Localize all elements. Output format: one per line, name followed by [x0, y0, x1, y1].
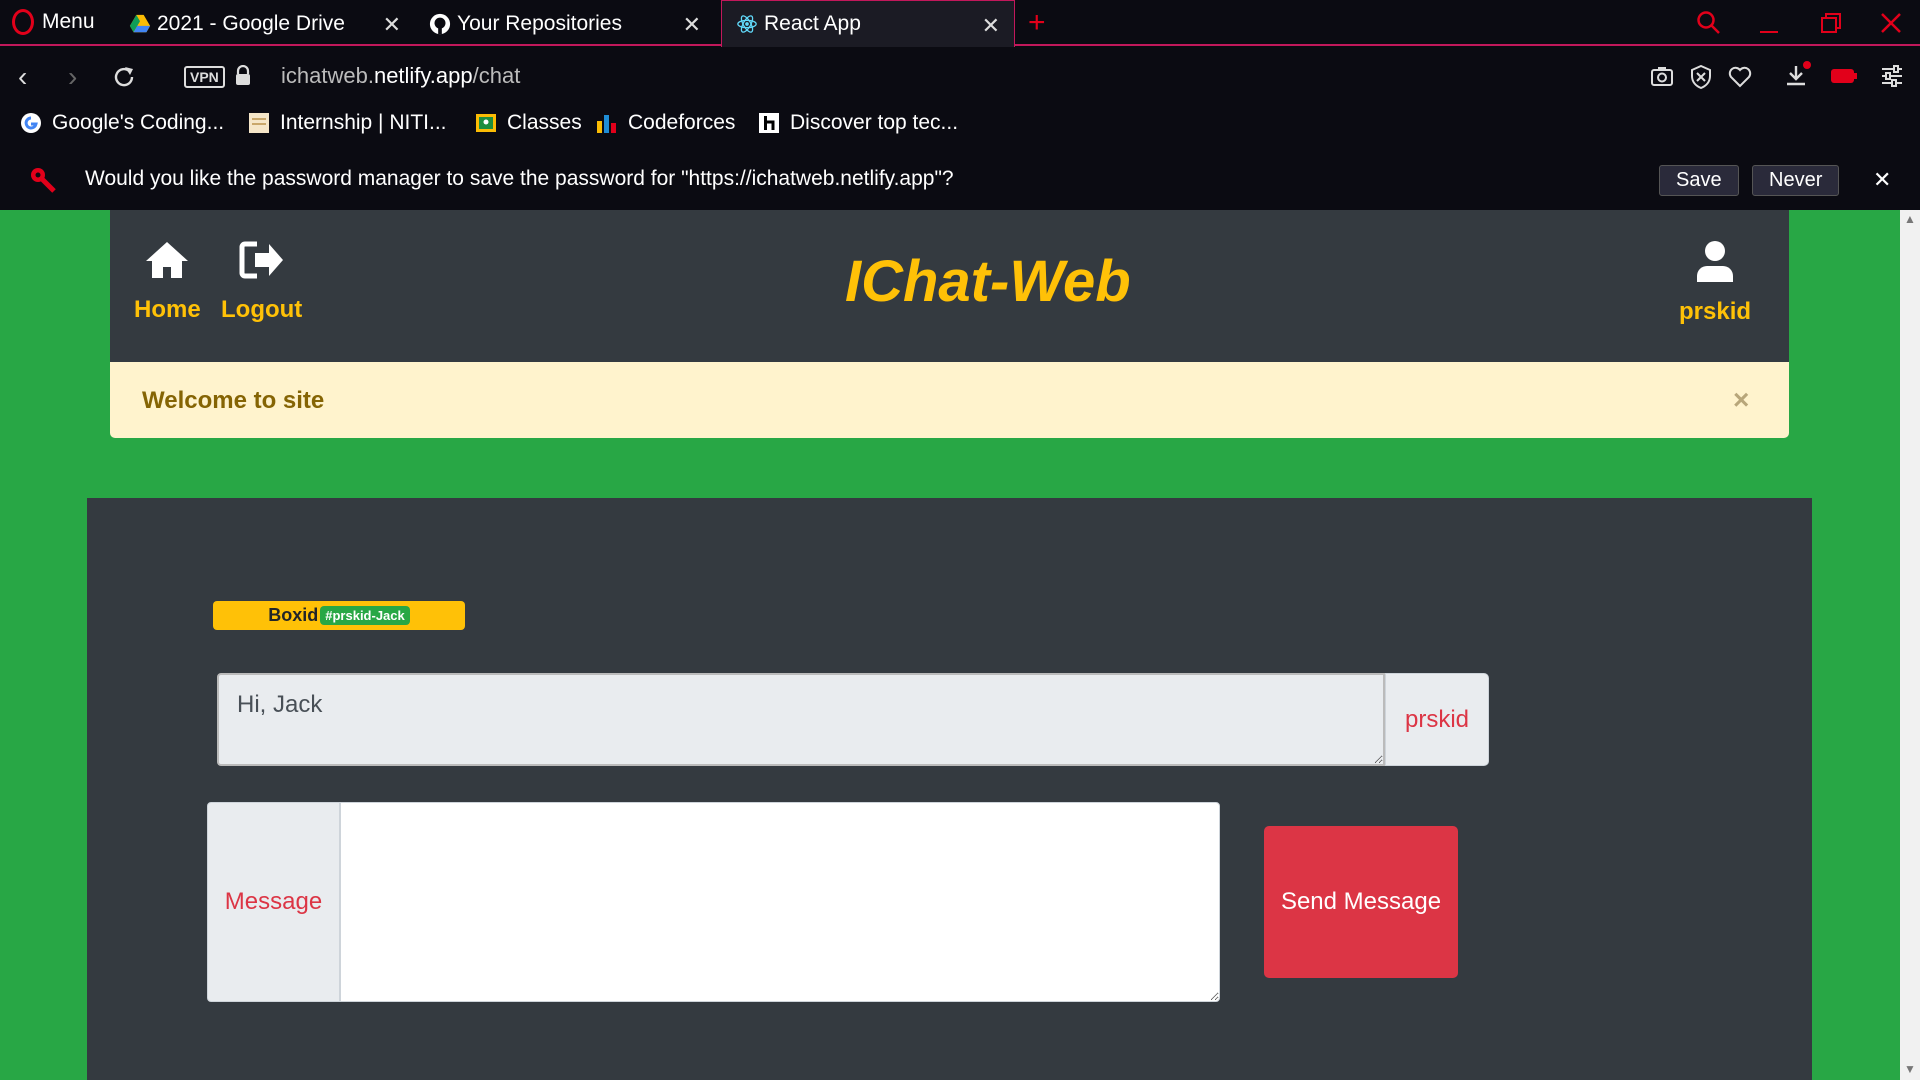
bookmark-label: Internship | NITI... [280, 111, 447, 134]
opera-menu-button[interactable]: Menu [12, 9, 95, 35]
react-icon [737, 15, 757, 33]
nav-user-link[interactable]: prskid [1679, 240, 1751, 326]
scroll-down-icon[interactable]: ▼ [1904, 1062, 1916, 1076]
bookmark-label: Discover top tec... [790, 111, 959, 134]
tab-divider [1015, 44, 1920, 46]
key-icon [31, 168, 56, 193]
restore-icon[interactable] [1820, 12, 1842, 34]
bookmark-label: Google's Coding... [52, 111, 225, 134]
tab-title: Your Repositories [457, 11, 622, 35]
user-icon [1697, 241, 1734, 282]
bookmark-discover[interactable]: Discover top tec... [758, 111, 958, 135]
camera-icon[interactable] [1650, 65, 1674, 87]
nav-user-label: prskid [1679, 298, 1752, 325]
hackerrank-icon [759, 113, 779, 133]
url-prefix: ichatweb. [281, 63, 374, 88]
downloads-icon[interactable] [1784, 60, 1812, 88]
url-field[interactable]: ichatweb.netlify.app/chat [281, 63, 520, 89]
welcome-alert: Welcome to site × [110, 362, 1789, 438]
tab-title: React App [764, 12, 861, 35]
message-sender-label: prskid [1385, 673, 1489, 766]
google-drive-icon [129, 14, 151, 32]
bookmark-label: Codeforces [628, 111, 736, 134]
close-icon[interactable]: ✕ [683, 12, 701, 38]
scroll-up-icon[interactable]: ▲ [1904, 212, 1916, 226]
back-icon[interactable]: ‹ [18, 61, 27, 93]
bookmark-classes[interactable]: Classes [475, 111, 582, 135]
send-message-button[interactable]: Send Message [1264, 826, 1458, 978]
vpn-badge[interactable]: VPN [184, 66, 225, 88]
bookmark-codeforces[interactable]: Codeforces [596, 111, 735, 135]
browser-tab-bar: Menu 2021 - Google Drive ✕ Your Reposito… [0, 0, 1920, 47]
new-tab-plus-icon[interactable]: + [1028, 6, 1046, 40]
battery-icon[interactable] [1830, 67, 1858, 85]
menu-label: Menu [42, 10, 95, 33]
alert-message: Welcome to site [142, 387, 325, 414]
box-id-badge: Boxid #prskid-Jack [213, 601, 465, 630]
github-icon [429, 13, 451, 34]
nav-home-label: Home [134, 296, 201, 323]
url-path: /chat [472, 63, 521, 88]
forward-icon[interactable]: › [68, 61, 77, 93]
sign-out-icon [239, 241, 283, 279]
ad-blocker-shield-icon[interactable] [1690, 65, 1712, 89]
tab-react-app[interactable]: React App ✕ [721, 0, 1015, 47]
received-message-field[interactable]: Hi, Jack [217, 673, 1385, 766]
tab-title: 2021 - Google Drive [157, 11, 345, 35]
box-id-label: Boxid [268, 605, 319, 625]
codeforces-icon [597, 115, 616, 133]
url-host: netlify.app [373, 63, 473, 88]
bookmark-internship[interactable]: Internship | NITI... [248, 111, 447, 135]
home-icon [146, 242, 189, 278]
message-input-label: Message [207, 802, 340, 1002]
app-brand-title[interactable]: IChat-Web [845, 248, 1131, 315]
message-input[interactable] [340, 802, 1220, 1002]
close-icon[interactable]: ✕ [383, 12, 401, 38]
minimize-icon[interactable] [1758, 12, 1780, 34]
heart-icon[interactable] [1728, 66, 1752, 88]
nav-logout-label: Logout [221, 296, 303, 323]
document-icon [249, 113, 269, 133]
tab-divider [0, 44, 721, 46]
close-window-icon[interactable] [1880, 12, 1902, 34]
app-navbar: Home Logout IChat-Web prskid [110, 210, 1789, 362]
search-icon[interactable] [1696, 10, 1722, 36]
bookmark-label: Classes [507, 111, 582, 134]
box-id-tag: #prskid-Jack [320, 606, 410, 625]
chat-panel: Boxid #prskid-Jack Hi, Jack prskid Messa… [87, 498, 1812, 1080]
password-prompt-message: Would you like the password manager to s… [85, 167, 954, 190]
opera-logo-icon [12, 9, 34, 35]
google-icon [21, 113, 41, 133]
tab-your-repositories[interactable]: Your Repositories ✕ [415, 0, 715, 47]
never-save-button[interactable]: Never [1752, 165, 1840, 196]
lock-icon[interactable] [235, 65, 251, 85]
close-icon[interactable]: ✕ [982, 13, 1000, 39]
easy-setup-icon[interactable] [1880, 65, 1904, 87]
nav-home-link[interactable]: Home [134, 240, 201, 324]
address-bar: ‹ › VPN ichatweb.netlify.app/chat [0, 47, 1920, 107]
close-icon[interactable]: ✕ [1873, 167, 1891, 193]
google-classroom-icon [476, 114, 496, 132]
page-scrollbar[interactable]: ▲ ▼ [1900, 210, 1920, 1080]
tab-google-drive[interactable]: 2021 - Google Drive ✕ [115, 0, 415, 47]
reload-icon[interactable] [111, 64, 137, 90]
bookmarks-bar: Google's Coding... Internship | NITI... … [0, 107, 1920, 145]
alert-close-icon[interactable]: × [1733, 384, 1749, 416]
nav-logout-link[interactable]: Logout [221, 240, 302, 324]
bookmark-google-coding[interactable]: Google's Coding... [20, 111, 224, 135]
password-save-prompt: Would you like the password manager to s… [0, 145, 1920, 210]
save-password-button[interactable]: Save [1659, 165, 1739, 196]
